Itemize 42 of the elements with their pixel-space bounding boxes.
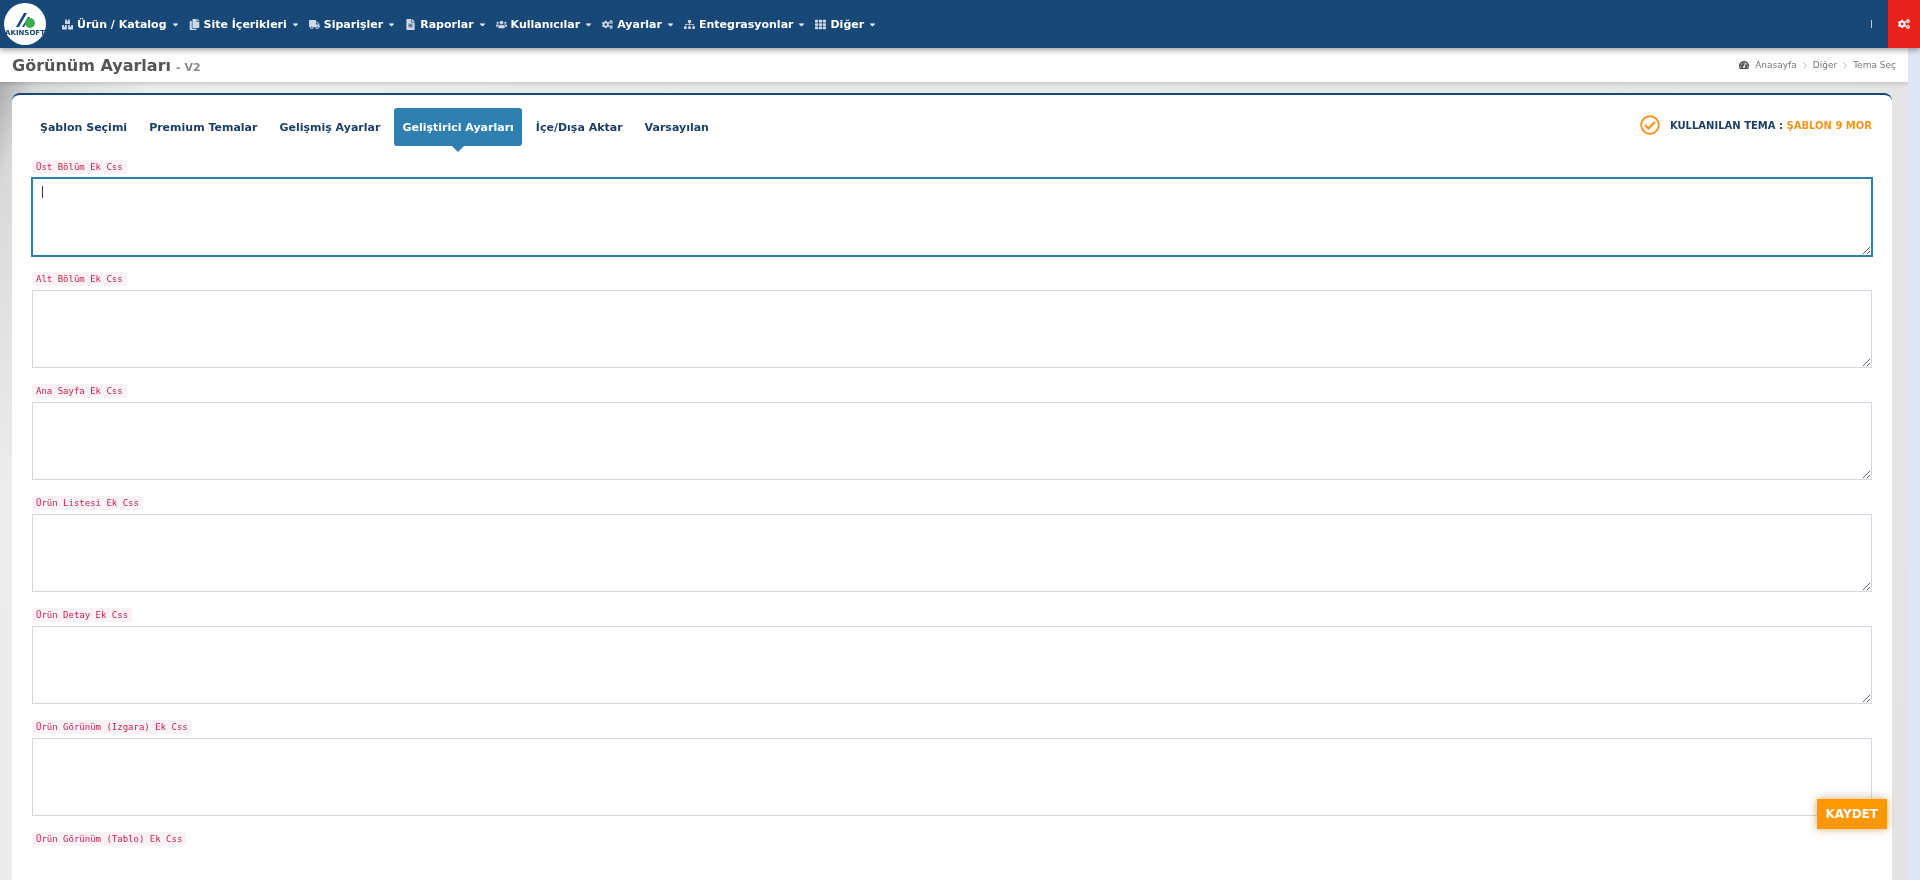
settings-button[interactable]	[1888, 0, 1920, 48]
gears-icon	[1898, 18, 1910, 30]
breadcrumb-link[interactable]: Tema Seç	[1853, 60, 1896, 70]
nav-menu-item[interactable]: Ayarlar	[602, 17, 675, 31]
field-label: Ana Sayfa Ek Css	[32, 384, 127, 398]
field-label: Ürün Listesi Ek Css	[32, 496, 143, 510]
document-icon	[405, 18, 417, 30]
sitemap-icon	[683, 18, 695, 30]
field-label: Alt Bölüm Ek Css	[32, 272, 127, 286]
tab[interactable]: Varsayılan	[636, 108, 717, 146]
tab[interactable]: İçe/Dışa Aktar	[527, 108, 631, 146]
tab-pointer	[452, 146, 465, 152]
field-label: Üst Bölüm Ek Css	[32, 160, 127, 174]
chevron-right-icon	[1802, 61, 1807, 69]
boxes-icon	[62, 18, 73, 30]
tab[interactable]: Şablon Seçimi	[32, 108, 136, 146]
nav-menu-item[interactable]: Ürün / Katalog	[62, 17, 180, 31]
scrollbar[interactable]	[1908, 48, 1920, 880]
field-label: Ürün Detay Ek Css	[32, 608, 133, 622]
nav-menu-item[interactable]: Kullanıcılar	[495, 17, 594, 31]
css-text-area[interactable]	[32, 178, 1872, 256]
nav-menu-item[interactable]: Diğer	[815, 17, 878, 31]
breadcrumb-link[interactable]: Anasayfa	[1755, 60, 1797, 70]
field-label: Ürün Görünüm (Tablo) Ek Css	[32, 832, 187, 846]
nav-menu-item[interactable]: Siparişler	[308, 17, 397, 31]
text-cursor	[42, 186, 43, 198]
page-title: Görünüm Ayarları - V2	[12, 55, 201, 75]
users-icon	[495, 18, 507, 30]
nav-menu-item[interactable]: Raporlar	[405, 17, 487, 31]
tab[interactable]: Premium Temalar	[141, 108, 266, 146]
nav-menu-item[interactable]: Site İçerikleri	[188, 17, 300, 31]
tab[interactable]: Gelişmiş Ayarlar	[271, 108, 389, 146]
field-label: Ürün Görünüm (Izgara) Ek Css	[32, 720, 192, 734]
chevron-right-icon	[1843, 61, 1848, 69]
dashboard-icon	[1739, 60, 1750, 70]
copy-icon	[188, 18, 200, 30]
grid-icon	[815, 18, 827, 30]
gears-icon	[602, 18, 614, 30]
active-theme-text: KULLANILAN TEMA : ŞABLON 9 MOR	[1669, 119, 1872, 131]
truck-icon	[308, 18, 320, 30]
nav-menu-item[interactable]: Entegrasyonlar	[683, 17, 807, 31]
breadcrumb-link[interactable]: Diğer	[1812, 60, 1838, 70]
